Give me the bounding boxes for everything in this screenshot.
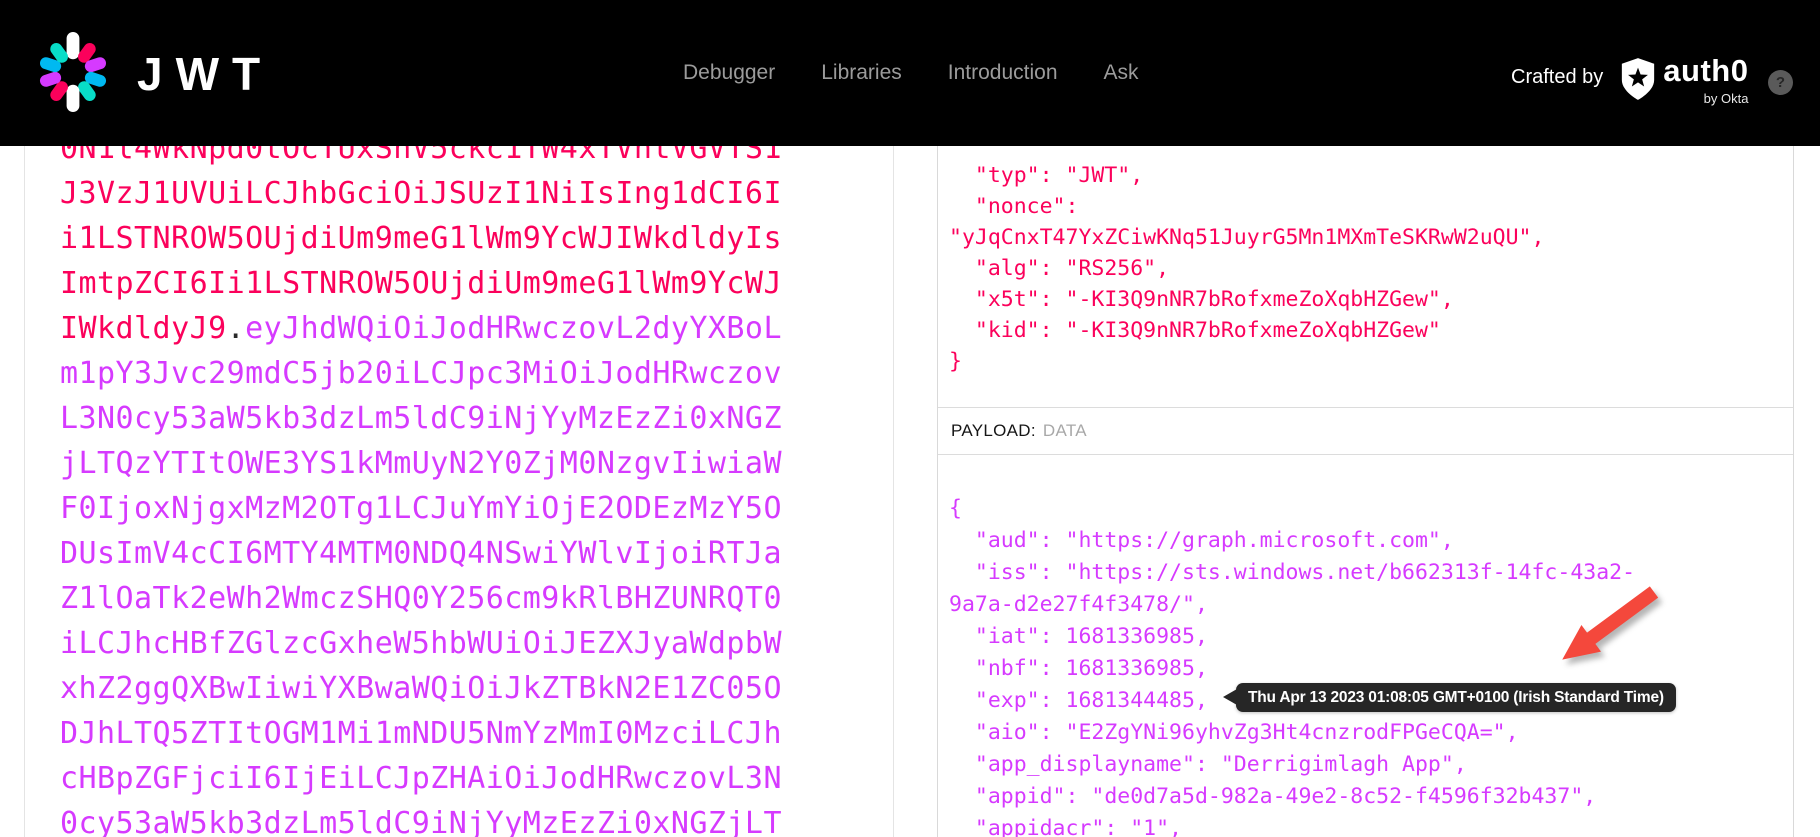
nav-libraries[interactable]: Libraries <box>821 61 902 85</box>
exp-date-tooltip: Thu Apr 13 2023 01:08:05 GMT+0100 (Irish… <box>1236 683 1676 712</box>
nav-ask[interactable]: Ask <box>1104 61 1139 85</box>
main-nav: Debugger Libraries Introduction Ask <box>683 0 1139 146</box>
auth0-logo[interactable]: auth0 by Okta <box>1619 48 1748 106</box>
tooltip-text: Thu Apr 13 2023 01:08:05 GMT+0100 (Irish… <box>1248 689 1664 706</box>
decoded-header-json[interactable]: "typ": "JWT", "nonce": "yJqCnxT47YxZCiwK… <box>949 160 1544 377</box>
annotation-arrow-icon <box>1532 582 1667 677</box>
payload-section-header: PAYLOAD: DATA <box>938 407 1793 455</box>
auth0-wordmark: auth0 <box>1663 54 1748 88</box>
nav-debugger[interactable]: Debugger <box>683 61 775 85</box>
payload-sublabel: DATA <box>1043 421 1087 441</box>
decoded-header-section: "typ": "JWT", "nonce": "yJqCnxT47YxZCiwK… <box>938 146 1793 407</box>
payload-label: PAYLOAD: <box>951 421 1036 441</box>
token-separator-dot: . <box>227 311 246 346</box>
encoded-token-editor[interactable]: 0N1l4WkNpd0tOcTUxSnV5ckc1TW4xTVhtVGVTS1 … <box>60 146 782 837</box>
auth0-shield-icon <box>1619 56 1657 102</box>
by-okta-label: by Okta <box>1704 91 1749 106</box>
help-button[interactable]: ? <box>1768 70 1793 95</box>
jwt-wordmark: JWT <box>137 47 273 101</box>
jwt-io-debugger-page: JWT Debugger Libraries Introduction Ask … <box>0 0 1820 837</box>
top-nav-bar: JWT Debugger Libraries Introduction Ask … <box>0 0 1820 146</box>
jwt-starburst-icon <box>33 22 113 122</box>
encoded-payload-segment: eyJhdWQiOiJodHRwczovL2dyYXBoL m1pY3Jvc29… <box>60 311 782 837</box>
decoded-panel: "typ": "JWT", "nonce": "yJqCnxT47YxZCiwK… <box>937 146 1794 837</box>
crafted-by-block: Crafted by auth0 by Okta <box>1511 48 1748 106</box>
tooltip-notch <box>1223 689 1237 705</box>
crafted-by-label: Crafted by <box>1511 66 1603 89</box>
nav-introduction[interactable]: Introduction <box>948 61 1058 85</box>
encoded-token-panel: 0N1l4WkNpd0tOcTUxSnV5ckc1TW4xTVhtVGVTS1 … <box>24 146 894 837</box>
jwt-logo[interactable]: JWT <box>33 22 273 122</box>
